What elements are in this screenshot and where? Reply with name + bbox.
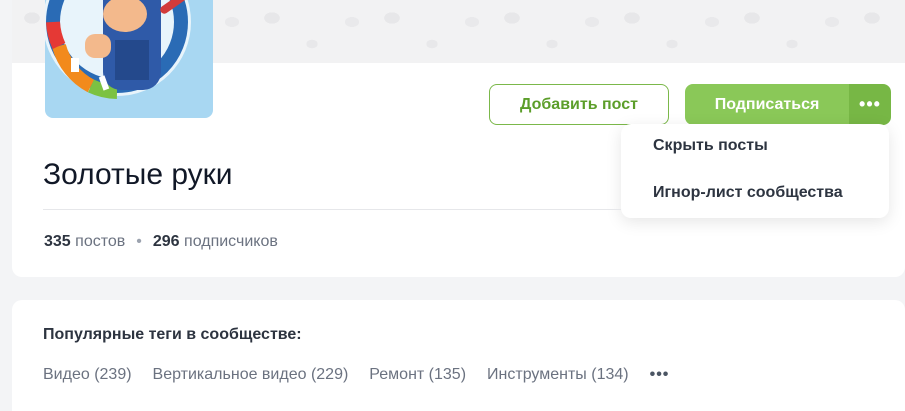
- subscribers-label: подписчиков: [184, 233, 278, 250]
- more-dots-icon: •••: [859, 94, 881, 114]
- header-divider: [43, 209, 621, 210]
- more-tags-button[interactable]: •••: [650, 366, 670, 384]
- handyman-logo-icon: [45, 0, 195, 99]
- more-options-menu: Скрыть посты Игнор-лист сообщества: [621, 124, 889, 218]
- tag-video[interactable]: Видео (239): [43, 366, 132, 384]
- tag-repair[interactable]: Ремонт (135): [369, 366, 466, 384]
- tag-tools[interactable]: Инструменты (134): [487, 366, 629, 384]
- popular-tags-list: Видео (239) Вертикальное видео (229) Рем…: [43, 366, 669, 384]
- menu-item-ignore-list[interactable]: Игнор-лист сообщества: [653, 184, 843, 202]
- community-title: Золотые руки: [43, 158, 233, 191]
- popular-tags-card: [12, 300, 905, 411]
- menu-item-hide-posts[interactable]: Скрыть посты: [653, 137, 768, 155]
- popular-tags-title: Популярные теги в сообществе:: [43, 326, 302, 343]
- community-avatar[interactable]: [45, 0, 213, 118]
- add-post-button[interactable]: Добавить пост: [489, 84, 669, 125]
- community-stats: 335 постов • 296 подписчиков: [44, 233, 278, 251]
- posts-label: постов: [75, 233, 126, 250]
- subscribers-count: 296: [152, 233, 180, 250]
- subscribe-button[interactable]: Подписаться: [685, 84, 849, 125]
- more-options-button[interactable]: •••: [849, 84, 891, 125]
- posts-count: 335: [44, 233, 71, 250]
- tag-vertical-video[interactable]: Вертикальное видео (229): [153, 366, 349, 384]
- stats-separator: •: [136, 233, 142, 250]
